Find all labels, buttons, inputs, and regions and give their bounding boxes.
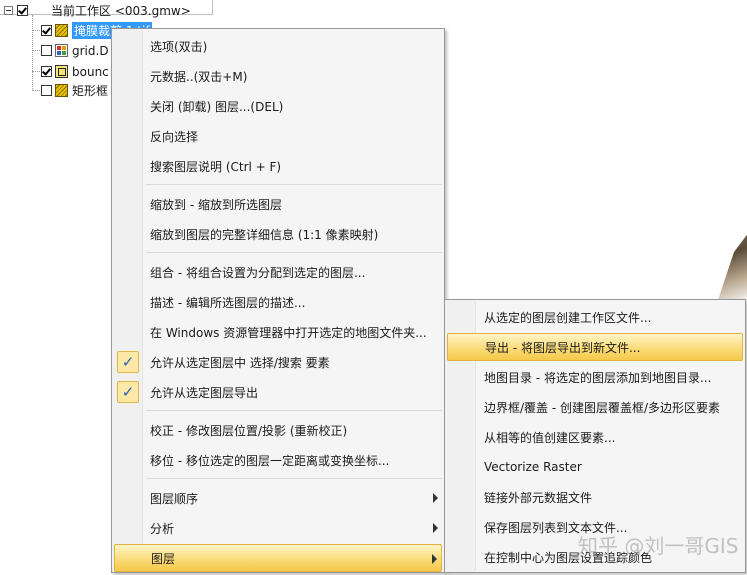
- submenu-arrow-icon: [432, 554, 437, 564]
- submenu-item-export[interactable]: 导出 - 将图层导出到新文件...: [447, 333, 743, 361]
- menu-item-label: 允许从选定图层中 选择/搜索 要素: [150, 355, 330, 370]
- menu-item-label: 移位 - 移位选定的图层一定距离或变换坐标...: [150, 453, 390, 468]
- submenu-item-link-metadata[interactable]: 链接外部元数据文件: [447, 483, 743, 511]
- menu-item-close-layer[interactable]: 关闭 (卸载) 图层...(DEL): [114, 92, 442, 120]
- menu-item-label: 在 Windows 资源管理器中打开选定的地图文件夹...: [150, 325, 427, 340]
- menu-item-label: 分析: [150, 521, 175, 536]
- menu-item-allow-export[interactable]: ✓ 允许从选定图层导出: [114, 378, 442, 406]
- layer-visibility-checkbox[interactable]: [41, 25, 52, 36]
- menu-item-label: 描述 - 编辑所选图层的描述...: [150, 295, 306, 310]
- menu-item-label: 元数据..(双击+M): [150, 69, 248, 84]
- layer-context-menu: 选项(双击) 元数据..(双击+M) 关闭 (卸载) 图层...(DEL) 反向…: [111, 28, 445, 573]
- layer-visibility-checkbox[interactable]: [41, 45, 52, 56]
- submenu-item-label: Vectorize Raster: [484, 460, 582, 474]
- layer-label[interactable]: bounc: [72, 65, 109, 79]
- layer-label[interactable]: grid.D: [72, 44, 109, 58]
- menu-item-analysis[interactable]: 分析: [114, 514, 442, 542]
- menu-item-label: 允许从选定图层导出: [150, 385, 259, 400]
- map-canvas-fragment: [718, 220, 747, 300]
- menu-item-zoom-full-detail[interactable]: 缩放到图层的完整详细信息 (1:1 像素映射): [114, 220, 442, 248]
- workspace-checkbox[interactable]: [17, 5, 28, 16]
- submenu-item-vectorize-raster[interactable]: Vectorize Raster: [447, 453, 743, 481]
- menu-item-label: 缩放到 - 缩放到所选图层: [150, 197, 282, 212]
- layer-node[interactable]: grid.D: [41, 42, 109, 59]
- menu-item-allow-select[interactable]: ✓ 允许从选定图层中 选择/搜索 要素: [114, 348, 442, 376]
- submenu-item-label: 从选定的图层创建工作区文件...: [484, 310, 652, 325]
- menu-item-label: 关闭 (卸载) 图层...(DEL): [150, 99, 284, 114]
- checkmark-icon: ✓: [117, 381, 139, 403]
- menu-separator: [146, 252, 442, 253]
- submenu-arrow-icon: [433, 493, 438, 503]
- tree-connector: [32, 15, 33, 91]
- layer-label[interactable]: 矩形框: [72, 82, 108, 99]
- menu-separator: [146, 410, 442, 411]
- menu-item-label: 组合 - 将组合设置为分配到选定的图层...: [150, 265, 366, 280]
- menu-item-open-folder[interactable]: 在 Windows 资源管理器中打开选定的地图文件夹...: [114, 318, 442, 346]
- submenu-item-bounding-box[interactable]: 边界框/覆盖 - 创建图层覆盖框/多边形区要素: [447, 393, 743, 421]
- menu-item-search-description[interactable]: 搜索图层说明 (Ctrl + F): [114, 152, 442, 180]
- submenu-item-label: 边界框/覆盖 - 创建图层覆盖框/多边形区要素: [484, 400, 721, 415]
- raster-hatch-icon: [55, 24, 68, 37]
- tree-connector: [32, 50, 40, 51]
- menu-item-label: 反向选择: [150, 129, 199, 144]
- menu-item-label: 搜索图层说明 (Ctrl + F): [150, 159, 282, 174]
- menu-item-zoom-to-layer[interactable]: 缩放到 - 缩放到所选图层: [114, 190, 442, 218]
- menu-item-layer-order[interactable]: 图层顺序: [114, 484, 442, 512]
- menu-item-rectify[interactable]: 校正 - 修改图层位置/投影 (重新校正): [114, 416, 442, 444]
- tree-connector: [32, 71, 40, 72]
- tree-connector: [32, 30, 40, 31]
- menu-item-label: 图层: [151, 551, 176, 566]
- menu-item-metadata[interactable]: 元数据..(双击+M): [114, 62, 442, 90]
- tree-connector: [32, 90, 40, 91]
- submenu-item-create-workspace[interactable]: 从选定的图层创建工作区文件...: [447, 303, 743, 331]
- tree-divider: [212, 0, 213, 14]
- submenu-arrow-icon: [433, 523, 438, 533]
- checkmark-icon: ✓: [117, 351, 139, 373]
- collapse-icon[interactable]: [4, 6, 13, 15]
- menu-item-label: 缩放到图层的完整详细信息 (1:1 像素映射): [150, 227, 379, 242]
- menu-item-label: 图层顺序: [150, 491, 199, 506]
- grid-icon: [55, 44, 68, 57]
- submenu-item-label: 导出 - 将图层导出到新文件...: [485, 340, 641, 355]
- layer-visibility-checkbox[interactable]: [41, 66, 52, 77]
- menu-separator: [146, 184, 442, 185]
- submenu-item-label: 地图目录 - 将选定的图层添加到地图目录...: [484, 370, 712, 385]
- layer-node[interactable]: 矩形框: [41, 82, 108, 99]
- menu-item-label: 选项(双击): [150, 39, 208, 54]
- menu-item-description[interactable]: 描述 - 编辑所选图层的描述...: [114, 288, 442, 316]
- menu-item-layer[interactable]: 图层: [114, 544, 442, 572]
- submenu-item-label: 从相等的值创建区要素...: [484, 430, 616, 445]
- menu-item-shift[interactable]: 移位 - 移位选定的图层一定距离或变换坐标...: [114, 446, 442, 474]
- watermark-text: 知乎 @刘一哥GIS: [578, 534, 739, 558]
- menu-item-label: 校正 - 修改图层位置/投影 (重新校正): [150, 423, 348, 438]
- menu-item-group[interactable]: 组合 - 将组合设置为分配到选定的图层...: [114, 258, 442, 286]
- menu-separator: [146, 478, 442, 479]
- layer-node[interactable]: bounc: [41, 63, 109, 80]
- menu-item-options[interactable]: 选项(双击): [114, 32, 442, 60]
- layer-visibility-checkbox[interactable]: [41, 85, 52, 96]
- boundary-icon: [55, 65, 68, 78]
- submenu-item-create-area-from-values[interactable]: 从相等的值创建区要素...: [447, 423, 743, 451]
- workspace-label: 当前工作区 <003.gmw>: [51, 4, 191, 18]
- raster-hatch-icon: [55, 84, 68, 97]
- workspace-root-node[interactable]: 当前工作区 <003.gmw>: [4, 2, 191, 19]
- menu-item-invert-selection[interactable]: 反向选择: [114, 122, 442, 150]
- submenu-item-map-catalog[interactable]: 地图目录 - 将选定的图层添加到地图目录...: [447, 363, 743, 391]
- submenu-item-label: 链接外部元数据文件: [484, 490, 593, 505]
